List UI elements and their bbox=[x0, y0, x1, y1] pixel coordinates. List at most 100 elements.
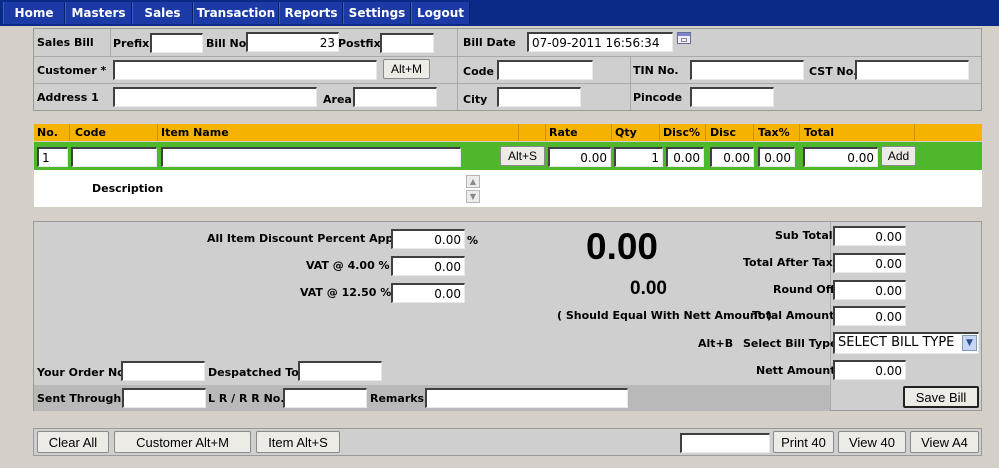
customer-input[interactable] bbox=[113, 60, 377, 80]
menu-bar: Home Masters Sales Transaction Reports S… bbox=[0, 0, 999, 26]
lr-label: L R / R R No.: bbox=[208, 392, 289, 405]
description-area bbox=[34, 170, 982, 207]
row-item-name-input[interactable] bbox=[161, 147, 461, 167]
postfix-input[interactable] bbox=[380, 33, 434, 53]
all-item-discount-input[interactable] bbox=[391, 229, 465, 249]
scroll-up-icon[interactable]: ▲ bbox=[466, 175, 480, 188]
city-input[interactable] bbox=[497, 87, 581, 107]
row-no-input[interactable] bbox=[37, 147, 68, 167]
vat12-input[interactable] bbox=[391, 283, 465, 303]
menu-transaction[interactable]: Transaction bbox=[193, 2, 279, 24]
tin-label: TIN No. bbox=[633, 64, 679, 77]
sent-through-input[interactable] bbox=[122, 388, 206, 408]
total-after-tax-label: Total After Tax bbox=[743, 256, 833, 269]
menu-masters[interactable]: Masters bbox=[65, 2, 132, 24]
col-disc: Disc bbox=[710, 126, 736, 139]
row-disc-pct-input[interactable] bbox=[666, 147, 704, 167]
sent-through-label: Sent Through : bbox=[37, 392, 130, 405]
area-input[interactable] bbox=[353, 87, 437, 107]
cst-input[interactable] bbox=[855, 60, 969, 80]
pincode-input[interactable] bbox=[690, 87, 774, 107]
customer-shortcut-button[interactable]: Alt+M bbox=[383, 59, 430, 79]
all-item-discount-label: All Item Discount Percent Apply bbox=[207, 232, 405, 245]
sub-total-label: Sub Total bbox=[775, 229, 833, 242]
vat4-input[interactable] bbox=[391, 256, 465, 276]
menu-reports[interactable]: Reports bbox=[279, 2, 343, 24]
vat12-label: VAT @ 12.50 % bbox=[300, 286, 392, 299]
nett-amount-input[interactable] bbox=[833, 360, 906, 380]
print40-button[interactable]: Print 40 bbox=[773, 431, 834, 453]
print-count-input[interactable] bbox=[680, 433, 770, 453]
total-amount-label: Total Amount bbox=[752, 309, 835, 322]
city-label: City bbox=[463, 93, 488, 106]
col-disc-pct: Disc% bbox=[663, 126, 700, 139]
row-rate-input[interactable] bbox=[548, 147, 611, 167]
calendar-icon[interactable] bbox=[677, 32, 691, 44]
row-code-input[interactable] bbox=[71, 147, 157, 167]
pincode-label: Pincode bbox=[633, 91, 683, 104]
remarks-label: Remarks bbox=[370, 392, 425, 405]
address1-input[interactable] bbox=[113, 87, 317, 107]
item-shortcut-button[interactable]: Alt+S bbox=[500, 146, 545, 166]
col-item-name: Item Name bbox=[161, 126, 229, 139]
sales-bill-label: Sales Bill bbox=[37, 36, 94, 49]
remarks-input[interactable] bbox=[425, 388, 628, 408]
bill-type-selected-value: SELECT BILL TYPE bbox=[838, 335, 955, 350]
cst-label: CST No. bbox=[809, 65, 858, 78]
prefix-label: Prefix bbox=[113, 37, 150, 50]
bill-date-label: Bill Date bbox=[463, 36, 516, 49]
sub-total-input[interactable] bbox=[833, 226, 906, 246]
add-item-button[interactable]: Add bbox=[881, 146, 916, 166]
area-label: Area bbox=[323, 93, 352, 106]
col-code: Code bbox=[75, 126, 106, 139]
customer-button[interactable]: Customer Alt+M bbox=[114, 431, 251, 453]
percent-sign: % bbox=[467, 234, 479, 247]
viewa4-button[interactable]: View A4 bbox=[910, 431, 979, 453]
big-amount: 0.00 bbox=[586, 226, 659, 267]
col-total: Total bbox=[804, 126, 835, 139]
col-rate: Rate bbox=[549, 126, 578, 139]
vat4-label: VAT @ 4.00 % bbox=[306, 259, 390, 272]
bill-type-shortcut-label: Alt+B bbox=[698, 337, 734, 350]
row-tax-pct-input[interactable] bbox=[758, 147, 795, 167]
your-order-label: Your Order No: bbox=[37, 366, 130, 379]
clear-all-button[interactable]: Clear All bbox=[37, 431, 109, 453]
menu-home[interactable]: Home bbox=[3, 2, 65, 24]
col-no: No. bbox=[37, 126, 58, 139]
prefix-input[interactable] bbox=[150, 33, 203, 53]
row-qty-input[interactable] bbox=[614, 147, 663, 167]
item-grid-header: No. Code Item Name Rate Qty Disc% Disc T… bbox=[34, 124, 982, 141]
postfix-label: Postfix bbox=[338, 37, 381, 50]
menu-logout[interactable]: Logout bbox=[411, 2, 470, 24]
round-off-label: Round Off bbox=[773, 283, 835, 296]
your-order-input[interactable] bbox=[121, 361, 205, 381]
bill-type-label: Select Bill Type bbox=[743, 337, 838, 350]
despatched-input[interactable] bbox=[298, 361, 382, 381]
tin-input[interactable] bbox=[690, 60, 804, 80]
bill-type-select[interactable]: SELECT BILL TYPE ▼ bbox=[833, 332, 979, 354]
total-after-tax-input[interactable] bbox=[833, 253, 906, 273]
despatched-label: Despatched To: bbox=[208, 366, 304, 379]
total-amount-input[interactable] bbox=[833, 306, 906, 326]
small-amount: 0.00 bbox=[630, 278, 667, 299]
bill-no-input[interactable] bbox=[246, 32, 339, 52]
nett-amount-label: Nett Amount bbox=[756, 364, 836, 377]
customer-label: Customer * bbox=[37, 64, 107, 77]
bill-no-label: Bill No. bbox=[206, 37, 251, 50]
menu-sales[interactable]: Sales bbox=[132, 2, 193, 24]
row-disc-input[interactable] bbox=[710, 147, 754, 167]
col-tax-pct: Tax% bbox=[758, 126, 790, 139]
address1-label: Address 1 bbox=[37, 91, 99, 104]
code-input[interactable] bbox=[497, 60, 593, 80]
equal-note: ( Should Equal With Nett Amount ) bbox=[557, 309, 772, 322]
save-bill-button[interactable]: Save Bill bbox=[903, 386, 979, 408]
lr-input[interactable] bbox=[283, 388, 367, 408]
scroll-down-icon[interactable]: ▼ bbox=[466, 190, 480, 203]
item-button[interactable]: Item Alt+S bbox=[256, 431, 340, 453]
bill-date-input[interactable] bbox=[527, 32, 673, 52]
row-total-input[interactable] bbox=[803, 147, 878, 167]
chevron-down-icon[interactable]: ▼ bbox=[962, 335, 977, 351]
view40-button[interactable]: View 40 bbox=[838, 431, 906, 453]
round-off-input[interactable] bbox=[833, 280, 906, 300]
menu-settings[interactable]: Settings bbox=[343, 2, 411, 24]
